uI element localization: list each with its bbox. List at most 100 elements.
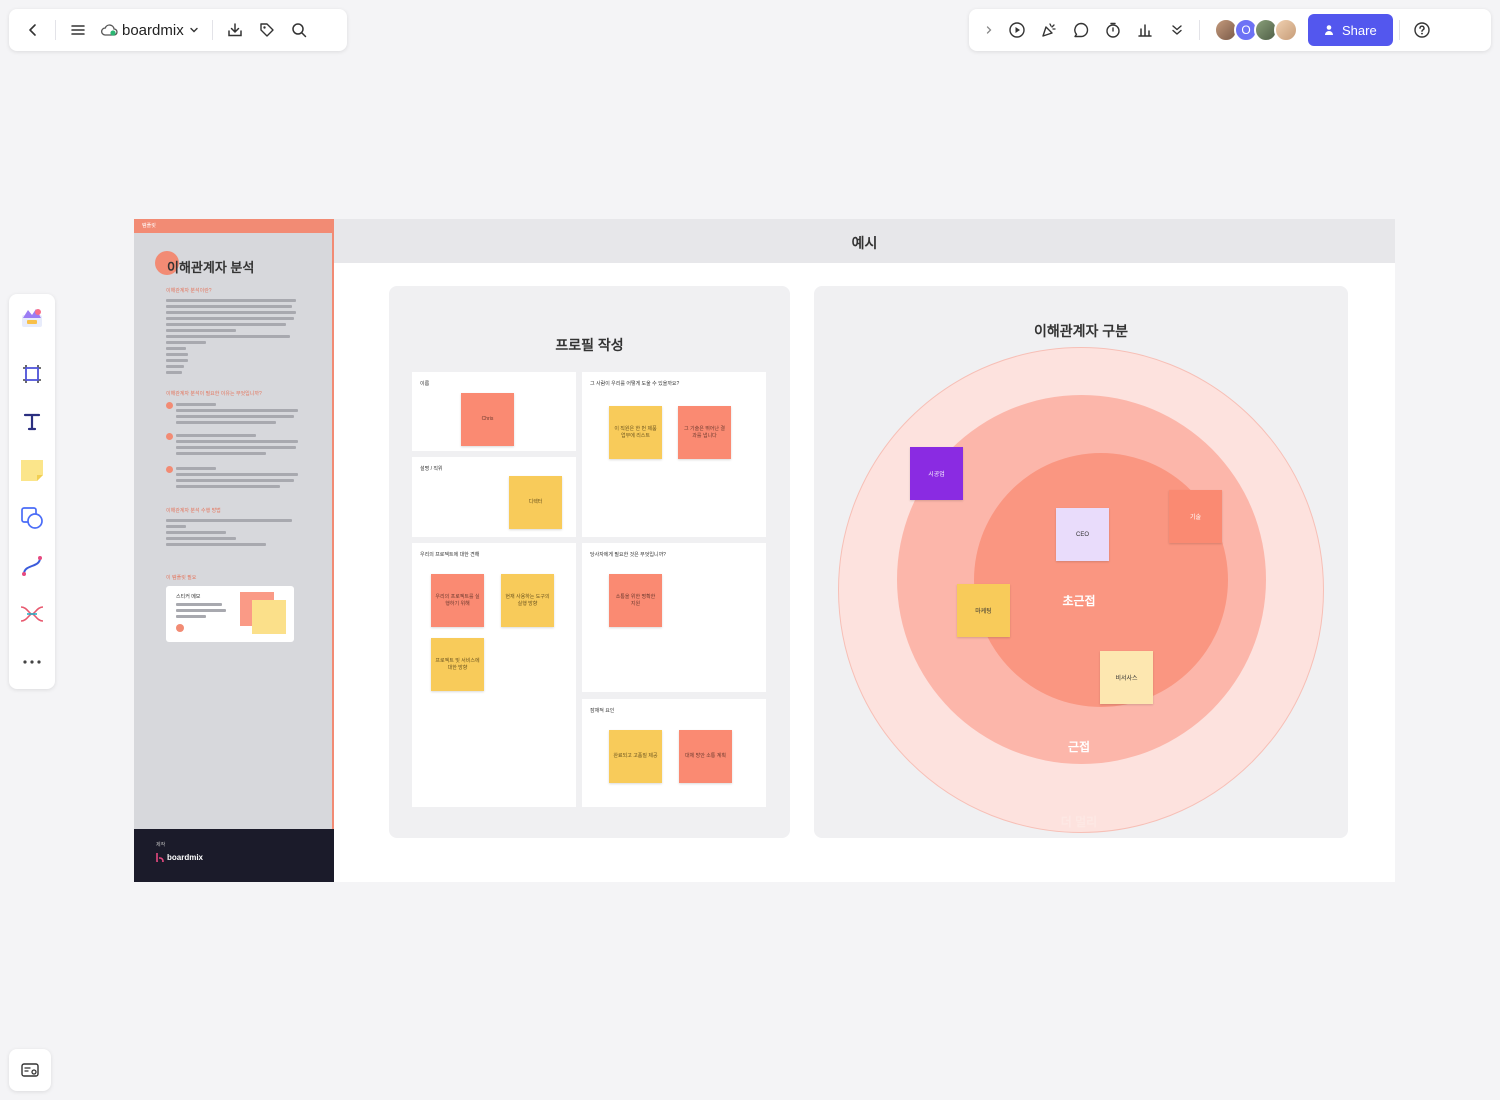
text-line xyxy=(166,543,266,546)
text-line xyxy=(176,452,266,455)
download-icon[interactable] xyxy=(219,14,251,46)
profile-cell-help[interactable]: 그 사람이 우리를 어떻게 도울 수 있을까요? 이 직원은 한 번 제품 업무… xyxy=(582,372,766,537)
panel-title: 이해관계자 분석 xyxy=(167,260,255,275)
list-number-dot xyxy=(166,433,173,440)
collapse-chevron-icon[interactable] xyxy=(977,14,1001,46)
collaborator-avatars[interactable]: O xyxy=(1214,18,1298,42)
board-title: 예시 xyxy=(851,235,878,251)
more-tools-icon[interactable] xyxy=(16,646,48,678)
cloud-icon xyxy=(101,24,118,36)
text-line xyxy=(176,440,298,443)
stakeholder-note[interactable]: 시공업 xyxy=(910,447,963,500)
boardmix-logo-icon xyxy=(156,853,164,862)
sticky-note[interactable]: 그 기술은 뛰어난 결과를 냅니다 xyxy=(678,406,731,459)
top-right-toolbar: O Share xyxy=(969,9,1491,51)
tag-icon[interactable] xyxy=(251,14,283,46)
text-line xyxy=(176,603,222,606)
card-title: 스티커 메모 xyxy=(176,594,201,600)
top-left-toolbar: boardmix xyxy=(9,9,347,51)
templates-icon[interactable] xyxy=(16,302,48,334)
ring-label-middle: 근접 xyxy=(1067,740,1091,754)
minimap-toggle-icon[interactable] xyxy=(9,1049,51,1091)
text-icon[interactable] xyxy=(16,406,48,438)
sticky-note[interactable]: 디렉터 xyxy=(509,476,562,529)
example-card[interactable]: 스티커 메모 xyxy=(166,586,294,642)
profile-cell-name[interactable]: 이름 Chris xyxy=(412,372,576,451)
celebrate-icon[interactable] xyxy=(1033,14,1065,46)
text-line xyxy=(166,359,188,362)
present-play-icon[interactable] xyxy=(1001,14,1033,46)
shapes-icon[interactable] xyxy=(16,502,48,534)
whiteboard-frame[interactable]: 템플릿 이해관계자 분석 이해관계자 분석이란? 이해관계자 분석이 필요한 이… xyxy=(134,219,1395,882)
profile-cell-role[interactable]: 설명 / 직위 디렉터 xyxy=(412,457,576,537)
text-line xyxy=(176,421,276,424)
frame-icon[interactable] xyxy=(16,358,48,390)
share-button[interactable]: Share xyxy=(1308,14,1393,46)
footer-brand-name: boardmix xyxy=(167,853,204,862)
text-line xyxy=(176,446,296,449)
connector-line-icon[interactable] xyxy=(16,550,48,582)
sticky-note[interactable]: 소통을 위한 명확한 지원 xyxy=(609,574,662,627)
section-heading: 이해관계자 분석이 필요한 이유는 무엇입니까? xyxy=(166,391,262,397)
text-line xyxy=(166,299,296,302)
menu-icon[interactable] xyxy=(62,14,94,46)
vote-chart-icon[interactable] xyxy=(1129,14,1161,46)
mindmap-icon[interactable] xyxy=(16,598,48,630)
footer-brand: boardmix xyxy=(156,853,203,862)
mini-sticky-note xyxy=(252,600,286,634)
text-line xyxy=(166,519,292,522)
list-number-dot xyxy=(166,466,173,473)
timer-icon[interactable] xyxy=(1097,14,1129,46)
section-heading: 이해관계자 분석이란? xyxy=(166,288,212,294)
text-line xyxy=(176,485,280,488)
card-badge xyxy=(176,624,184,632)
toolbar-divider xyxy=(1398,20,1400,40)
panel-tag: 템플릿 xyxy=(142,223,156,229)
stakeholder-note[interactable]: CEO xyxy=(1056,508,1109,561)
sticky-note[interactable]: 이 직원은 한 번 제품 업무에 리스트 xyxy=(609,406,662,459)
text-line xyxy=(176,473,298,476)
cell-label: 잠재적 요인 xyxy=(590,708,615,714)
profile-cell-factors[interactable]: 잠재적 요인 완료되고 고품질 제공 대체 방안 소통 계획 xyxy=(582,699,766,807)
profile-cell-view[interactable]: 우리의 프로젝트에 대한 견해 우리의 프로젝트를 실행하기 위해 현재 사용하… xyxy=(412,543,576,807)
more-double-chevron-icon[interactable] xyxy=(1161,14,1193,46)
stakeholder-title: 이해관계자 구분 xyxy=(1033,323,1129,339)
text-line xyxy=(176,415,294,418)
section-heading: 이 템플릿 필요 xyxy=(166,575,197,581)
back-icon[interactable] xyxy=(17,14,49,46)
stakeholder-note[interactable]: 비서사스 xyxy=(1100,651,1153,704)
profile-cell-needs[interactable]: 당사자에게 필요한 것은 무엇입니까? 소통을 위한 명확한 지원 xyxy=(582,543,766,692)
text-line xyxy=(166,371,182,374)
text-line xyxy=(166,305,292,308)
toolbar-divider xyxy=(55,20,56,40)
sticky-note[interactable]: 프로젝트 및 서비스에 대한 방향 xyxy=(431,638,484,691)
text-line xyxy=(166,317,294,320)
sticky-note[interactable]: Chris xyxy=(461,393,514,446)
sticky-note[interactable]: 완료되고 고품질 제공 xyxy=(609,730,662,783)
text-line xyxy=(166,341,206,344)
panel-top-bar xyxy=(134,219,332,233)
comment-icon[interactable] xyxy=(1065,14,1097,46)
sticky-note-icon[interactable] xyxy=(16,454,48,486)
file-name-dropdown[interactable]: boardmix xyxy=(94,14,206,46)
panel-footer: 제작 boardmix xyxy=(134,829,334,882)
sticky-note[interactable]: 대체 방안 소통 계획 xyxy=(679,730,732,783)
sticky-note[interactable]: 우리의 프로젝트를 실행하기 위해 xyxy=(431,574,484,627)
text-line xyxy=(166,329,236,332)
cell-label: 설명 / 직위 xyxy=(420,466,443,472)
help-icon[interactable] xyxy=(1406,14,1438,46)
search-icon[interactable] xyxy=(283,14,315,46)
text-line xyxy=(166,531,226,534)
text-line xyxy=(176,615,206,618)
profile-title: 프로필 작성 xyxy=(555,337,624,353)
template-info-panel[interactable]: 템플릿 이해관계자 분석 이해관계자 분석이란? 이해관계자 분석이 필요한 이… xyxy=(134,219,334,882)
stakeholder-note[interactable]: 마케팅 xyxy=(957,584,1010,637)
avatar[interactable] xyxy=(1274,18,1298,42)
tool-rail xyxy=(9,294,55,689)
profile-panel[interactable]: 프로필 작성 이름 Chris 그 사람이 우리를 어떻게 도울 수 있을까요?… xyxy=(389,286,790,838)
user-add-icon xyxy=(1325,25,1333,35)
list-number-dot xyxy=(166,402,173,409)
cell-label: 그 사람이 우리를 어떻게 도울 수 있을까요? xyxy=(590,381,680,387)
stakeholder-note[interactable]: 기술 xyxy=(1169,490,1222,543)
sticky-note[interactable]: 현재 사용하는 도구의 실행 방향 xyxy=(501,574,554,627)
